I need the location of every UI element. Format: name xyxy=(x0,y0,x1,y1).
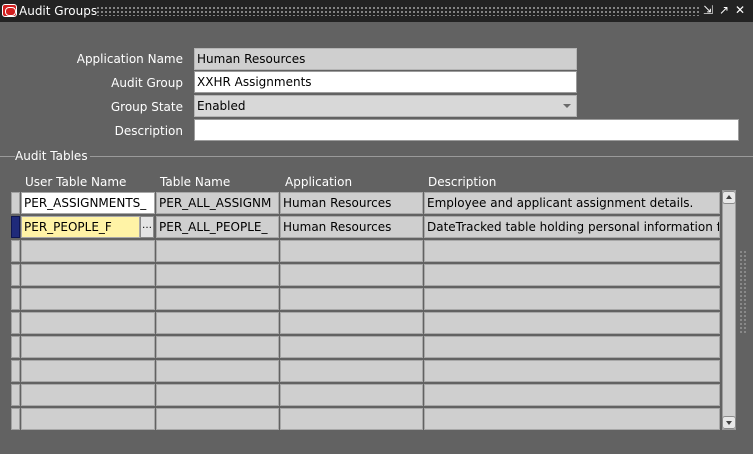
application-cell[interactable] xyxy=(280,336,423,358)
column-header-application: Application xyxy=(285,175,353,189)
application-cell[interactable] xyxy=(280,360,423,382)
user-table-name-cell[interactable] xyxy=(21,264,155,286)
oracle-app-icon[interactable] xyxy=(2,4,17,17)
application-name-label: Application Name xyxy=(76,52,183,66)
minimize-icon[interactable]: ⇲ xyxy=(701,3,715,18)
scroll-up-button[interactable] xyxy=(722,191,736,204)
record-indicator-current[interactable] xyxy=(11,216,20,238)
description-cell[interactable]: DateTracked table holding personal infor… xyxy=(424,216,720,238)
description-cell[interactable] xyxy=(424,408,720,430)
user-table-name-cell[interactable] xyxy=(21,360,155,382)
vertical-scrollbar[interactable] xyxy=(722,190,736,430)
table-name-cell[interactable]: PER_ALL_ASSIGNM xyxy=(156,192,279,214)
column-header-user-table-name: User Table Name xyxy=(25,175,127,189)
column-header-table-name: Table Name xyxy=(160,175,231,189)
user-table-name-cell-active[interactable]: PER_PEOPLE_F xyxy=(21,216,140,238)
user-table-name-cell[interactable] xyxy=(21,288,155,310)
table-name-cell[interactable] xyxy=(156,312,279,334)
close-icon[interactable]: ✕ xyxy=(733,3,747,18)
record-indicator[interactable] xyxy=(11,288,20,310)
application-cell[interactable] xyxy=(280,312,423,334)
record-indicator[interactable] xyxy=(11,360,20,382)
user-table-name-cell[interactable] xyxy=(21,312,155,334)
record-indicator[interactable] xyxy=(11,408,20,430)
description-label: Description xyxy=(114,124,183,138)
column-header-description: Description xyxy=(428,175,497,189)
group-state-label: Group State xyxy=(110,100,183,114)
user-table-name-cell[interactable] xyxy=(21,336,155,358)
description-field[interactable] xyxy=(194,119,739,141)
record-indicator[interactable] xyxy=(11,336,20,358)
description-cell[interactable] xyxy=(424,288,720,310)
description-cell[interactable] xyxy=(424,336,720,358)
table-name-cell[interactable]: PER_ALL_PEOPLE_ xyxy=(156,216,279,238)
table-name-cell[interactable] xyxy=(156,288,279,310)
description-cell[interactable] xyxy=(424,264,720,286)
arrow-down-icon xyxy=(726,421,732,425)
description-cell[interactable] xyxy=(424,384,720,406)
application-cell[interactable] xyxy=(280,384,423,406)
group-state-value: Enabled xyxy=(197,99,246,113)
user-table-name-cell[interactable] xyxy=(21,240,155,262)
application-cell[interactable] xyxy=(280,240,423,262)
table-name-cell[interactable] xyxy=(156,240,279,262)
record-indicator[interactable] xyxy=(11,384,20,406)
section-divider xyxy=(0,156,753,157)
table-name-cell[interactable] xyxy=(156,360,279,382)
audit-tables-section-label: Audit Tables xyxy=(15,149,90,163)
group-state-select[interactable]: Enabled xyxy=(194,95,577,117)
description-cell[interactable] xyxy=(424,312,720,334)
titlebar-grip xyxy=(96,6,699,16)
window-title: Audit Groups xyxy=(19,4,98,18)
table-name-cell[interactable] xyxy=(156,408,279,430)
audit-group-field[interactable]: XXHR Assignments xyxy=(194,71,577,93)
description-cell[interactable] xyxy=(424,240,720,262)
record-indicator[interactable] xyxy=(11,264,20,286)
window-titlebar: Audit Groups ⇲ ↗ ✕ xyxy=(0,0,753,22)
record-indicator[interactable] xyxy=(11,312,20,334)
user-table-name-cell[interactable] xyxy=(21,408,155,430)
record-indicator[interactable] xyxy=(11,192,20,214)
table-name-cell[interactable] xyxy=(156,264,279,286)
maximize-icon[interactable]: ↗ xyxy=(717,3,731,18)
audit-group-label: Audit Group xyxy=(111,76,183,90)
description-cell[interactable] xyxy=(424,360,720,382)
arrow-up-icon xyxy=(726,195,732,199)
description-cell[interactable]: Employee and applicant assignment detail… xyxy=(424,192,720,214)
application-cell[interactable]: Human Resources xyxy=(280,216,423,238)
record-indicator[interactable] xyxy=(11,240,20,262)
application-name-field[interactable]: Human Resources xyxy=(194,48,577,70)
application-cell[interactable] xyxy=(280,408,423,430)
application-cell[interactable] xyxy=(280,288,423,310)
user-table-name-cell[interactable]: PER_ASSIGNMENTS_ xyxy=(21,192,155,214)
resize-grip[interactable] xyxy=(739,250,747,335)
table-name-cell[interactable] xyxy=(156,384,279,406)
list-of-values-button[interactable]: … xyxy=(140,216,154,238)
application-cell[interactable]: Human Resources xyxy=(280,192,423,214)
scroll-down-button[interactable] xyxy=(722,416,736,429)
user-table-name-cell[interactable] xyxy=(21,384,155,406)
application-cell[interactable] xyxy=(280,264,423,286)
table-name-cell[interactable] xyxy=(156,336,279,358)
chevron-down-icon[interactable] xyxy=(563,104,571,108)
